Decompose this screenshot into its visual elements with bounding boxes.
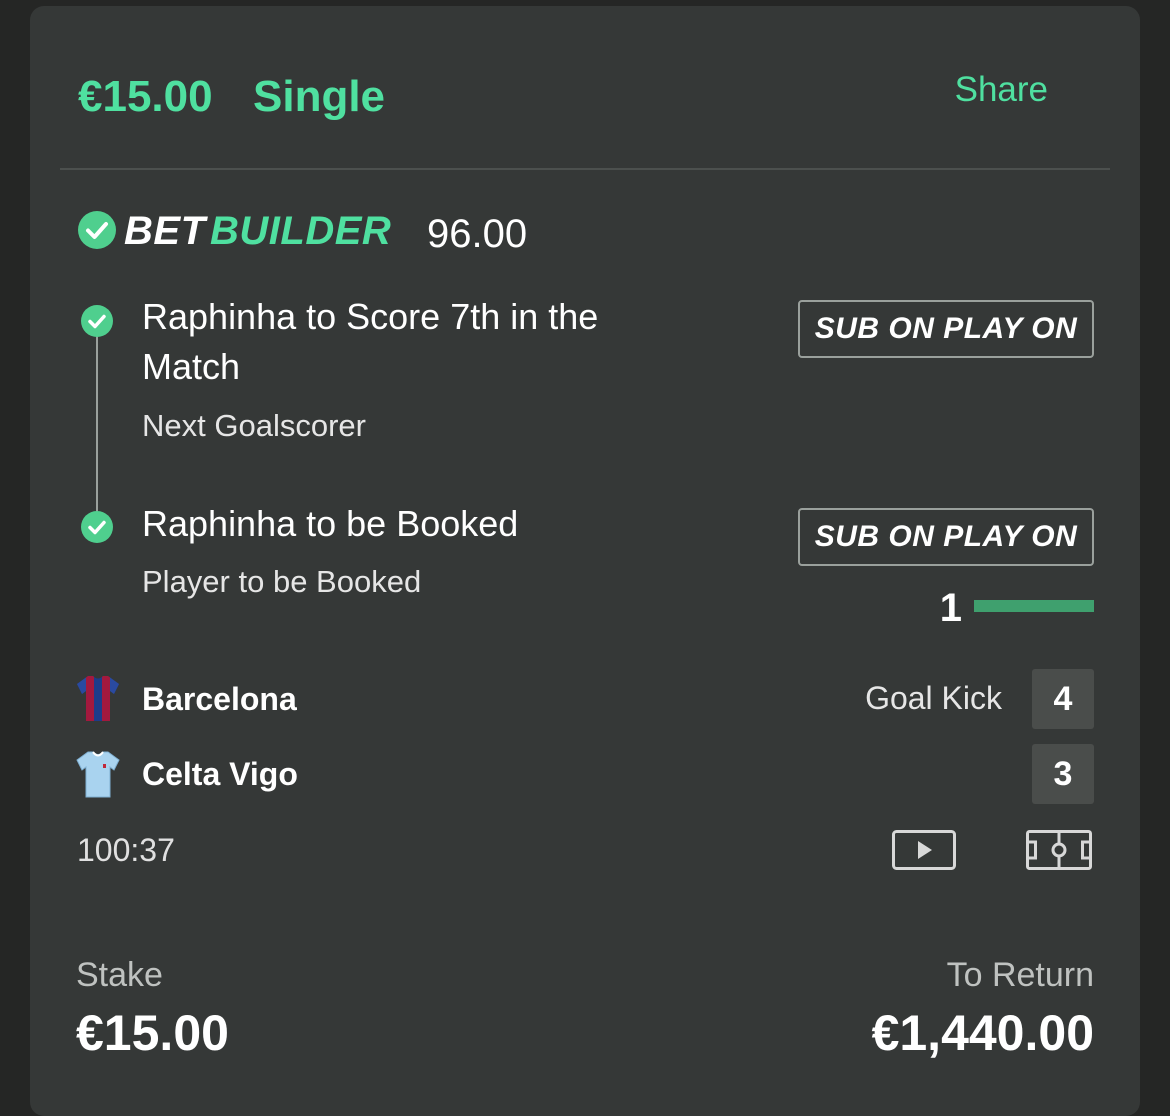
away-score: 3 [1032,744,1094,804]
divider [60,168,1110,170]
stake-label: Stake [76,956,163,994]
bet-builder-odds: 96.00 [427,212,528,256]
away-team-name: Celta Vigo [142,756,298,792]
bet-builder-check-icon [78,211,116,249]
leg-check-icon [81,511,113,543]
sub-on-play-on-button[interactable]: SUB ON PLAY ON [798,508,1094,566]
to-return-label: To Return [946,956,1094,994]
bet-builder-label-builder: BUILDER [210,209,392,253]
sub-on-play-on-button[interactable]: SUB ON PLAY ON [798,300,1094,358]
bet-builder-label-bet: BET [124,209,206,253]
home-score: 4 [1032,669,1094,729]
bet-card: €15.00 Single Share BET BUILDER 96.00 Ra… [30,6,1140,1116]
stake-value: €15.00 [76,1005,229,1061]
bet-stake-amount: €15.00 [78,72,213,121]
leg-check-icon [81,305,113,337]
progress-bar-fill [974,600,1094,612]
progress-bar [974,600,1094,612]
leg-title: Raphinha to be Booked [142,503,519,544]
celta-vigo-kit-icon [76,750,120,798]
barcelona-kit-icon [76,674,120,722]
pitch-tracker-icon[interactable] [1026,830,1092,875]
progress-count: 1 [939,586,962,630]
home-team-name: Barcelona [142,681,297,717]
match-clock: 100:37 [77,832,175,868]
to-return-value: €1,440.00 [871,1005,1094,1061]
video-play-icon[interactable] [892,830,956,875]
legs-connector-line [96,336,98,514]
bet-type: Single [253,72,386,121]
last-event-label: Goal Kick [865,680,1002,716]
leg-market: Next Goalscorer [142,408,366,443]
leg-market: Player to be Booked [142,564,422,599]
leg-title: Raphinha to Score 7th in the Match [142,296,599,387]
share-button[interactable]: Share [955,70,1048,110]
